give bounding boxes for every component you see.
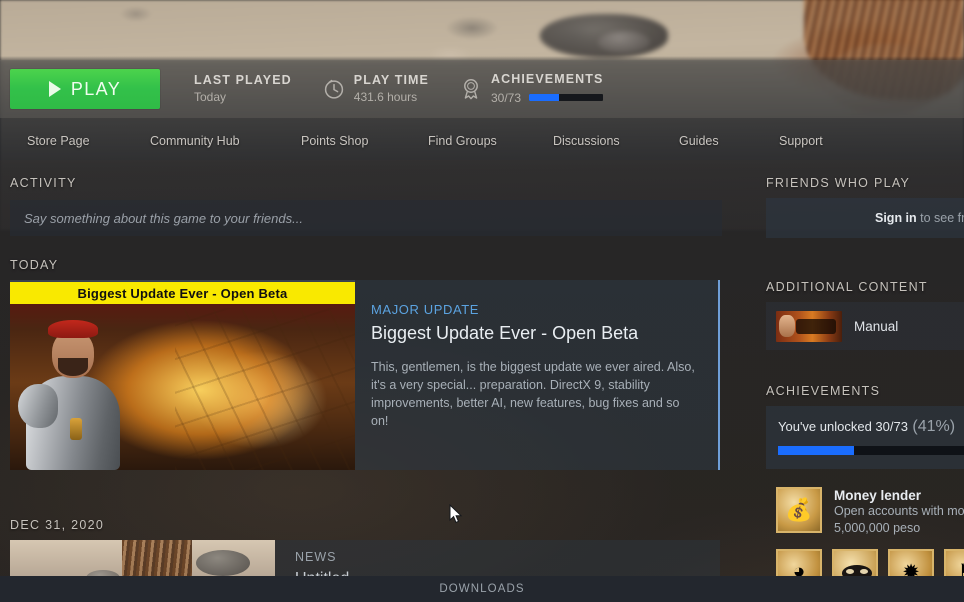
knight-clasp (70, 418, 82, 440)
achievements-heading: ACHIEVEMENTS (490, 72, 604, 87)
post-body: MAJOR UPDATE Biggest Update Ever - Open … (355, 280, 718, 470)
additional-content-item-label: Manual (854, 318, 899, 334)
knight-pauldron (18, 384, 58, 428)
featured-achievement-text: Money lender Open accounts with mon 5,00… (834, 487, 964, 537)
additional-content-item-manual[interactable]: Manual (766, 302, 964, 350)
news-thumbnail-rock (196, 550, 250, 576)
activity-post-major-update[interactable]: Biggest Update Ever - Open Beta MAJOR UP… (10, 280, 720, 470)
clock-icon (324, 79, 343, 99)
friends-who-play-box: Sign in to see frien (766, 198, 964, 238)
manual-thumbnail-title-plate (796, 318, 836, 334)
nav-tab-points-shop[interactable]: Points Shop (301, 128, 368, 154)
achievements-unlocked-line: You've unlocked 30/73 (41%) (778, 418, 964, 436)
nav-tab-discussions[interactable]: Discussions (553, 128, 620, 154)
stat-play-time: PLAY TIME 431.6 hours (322, 73, 429, 105)
featured-achievement-name: Money lender (834, 488, 922, 503)
play-time-value: 431.6 hours (353, 89, 418, 104)
money-bag-icon: 💰 (776, 487, 822, 533)
money-bag-glyph: 💰 (785, 497, 813, 522)
play-time-heading: PLAY TIME (353, 73, 429, 88)
stat-achievements: ACHIEVEMENTS 30/73 (459, 72, 604, 106)
sidebar-achievements-progress-fill (778, 446, 855, 455)
manual-thumbnail (776, 310, 842, 342)
downloads-bar-label: DOWNLOADS (439, 583, 525, 595)
post-thumbnail-map-overlay (175, 308, 355, 470)
play-button-label: PLAY (70, 78, 122, 99)
nav-tab-community-hub[interactable]: Community Hub (150, 128, 240, 154)
post-title: Biggest Update Ever - Open Beta (371, 323, 639, 343)
knight-cap (48, 320, 98, 338)
featured-achievement-desc-line1: Open accounts with mon (834, 504, 964, 518)
activity-composer[interactable]: Say something about this game to your fr… (10, 200, 722, 236)
play-button[interactable]: PLAY (10, 69, 160, 109)
steam-game-library-page: PLAY LAST PLAYED Today PLAY TIME 431.6 h… (0, 0, 964, 602)
day-heading-today: TODAY (10, 258, 59, 272)
post-thumbnail: Biggest Update Ever - Open Beta (10, 280, 355, 470)
achievements-unlocked-text: You've unlocked 30/73 (778, 419, 908, 434)
last-played-value: Today (194, 89, 227, 104)
nav-tab-find-groups[interactable]: Find Groups (428, 128, 497, 154)
post-thumbnail-knight (18, 318, 138, 470)
game-nav-tabs: Store Page Community Hub Points Shop Find G… (0, 124, 964, 158)
last-played-heading: LAST PLAYED (194, 73, 292, 88)
achievements-progress-bar (529, 94, 603, 102)
nav-tab-guides[interactable]: Guides (679, 128, 719, 154)
sidebar-achievements-progress-bar (778, 446, 964, 455)
additional-content-section: ADDITIONAL CONTENT Manual (766, 280, 964, 350)
right-sidebar: FRIENDS WHO PLAY Sign in to see frien AD… (766, 176, 964, 595)
post-description: This, gentlemen, is the biggest update w… (371, 360, 695, 429)
day-heading-dec-31: DEC 31, 2020 (10, 518, 105, 532)
post-thumbnail-banner-text: Biggest Update Ever - Open Beta (77, 285, 288, 301)
stat-last-played: LAST PLAYED Today (194, 73, 292, 105)
signin-prompt: Sign in to see frien (875, 211, 964, 225)
news-kicker: NEWS (295, 550, 337, 564)
featured-achievement-desc-line2: 5,000,000 peso (834, 520, 921, 535)
additional-content-heading: ADDITIONAL CONTENT (766, 280, 928, 294)
game-action-bar: PLAY LAST PLAYED Today PLAY TIME 431.6 h… (0, 60, 964, 118)
post-thumbnail-banner: Biggest Update Ever - Open Beta (10, 282, 355, 304)
signin-prompt-rest: to see frien (920, 211, 964, 225)
sidebar-achievements-section: ACHIEVEMENTS You've unlocked 30/73 (41%)… (766, 384, 964, 595)
featured-achievement[interactable]: 💰 Money lender Open accounts with mon 5,… (766, 483, 964, 539)
activity-composer-placeholder: Say something about this game to your fr… (24, 210, 303, 226)
play-triangle-icon (48, 81, 61, 97)
activity-column: ACTIVITY Say something about this game t… (10, 176, 722, 602)
achievements-value: 30/73 (490, 90, 521, 105)
achievements-percent-text: (41%) (912, 418, 956, 435)
signin-link[interactable]: Sign in (875, 211, 917, 225)
friends-who-play-heading: FRIENDS WHO PLAY (766, 176, 911, 190)
achievements-summary-box: You've unlocked 30/73 (41%) (766, 406, 964, 469)
knight-beard (58, 358, 88, 376)
downloads-bar[interactable]: DOWNLOADS (0, 576, 964, 602)
nav-tab-store-page[interactable]: Store Page (27, 128, 90, 154)
achievements-progress-fill (529, 94, 560, 102)
sidebar-achievements-heading: ACHIEVEMENTS (766, 384, 881, 398)
trophy-ribbon-icon (464, 79, 478, 100)
activity-heading: ACTIVITY (10, 176, 77, 190)
post-kicker: MAJOR UPDATE (371, 302, 480, 317)
nav-tab-support[interactable]: Support (779, 128, 823, 154)
manual-thumbnail-face (779, 314, 795, 337)
